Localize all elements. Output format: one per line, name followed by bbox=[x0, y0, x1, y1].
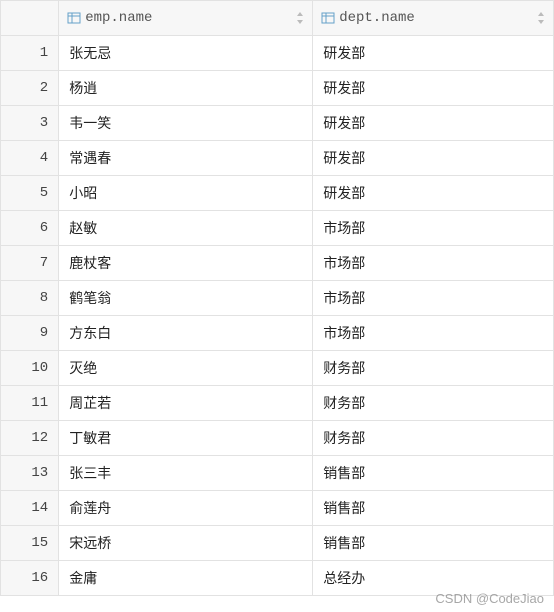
row-number: 4 bbox=[1, 141, 59, 176]
table-body: 1张无忌研发部 2杨逍研发部 3韦一笑研发部 4常遇春研发部 5小昭研发部 6赵… bbox=[1, 36, 554, 596]
row-number: 15 bbox=[1, 526, 59, 561]
cell-emp[interactable]: 丁敏君 bbox=[59, 421, 313, 456]
cell-dept[interactable]: 研发部 bbox=[313, 36, 554, 71]
column-label-dept: dept.name bbox=[339, 10, 415, 26]
cell-dept[interactable]: 财务部 bbox=[313, 386, 554, 421]
table-row[interactable]: 7鹿杖客市场部 bbox=[1, 246, 554, 281]
table-row[interactable]: 2杨逍研发部 bbox=[1, 71, 554, 106]
sort-icon[interactable] bbox=[296, 11, 306, 25]
cell-emp[interactable]: 小昭 bbox=[59, 176, 313, 211]
cell-dept[interactable]: 销售部 bbox=[313, 456, 554, 491]
cell-emp[interactable]: 鹤笔翁 bbox=[59, 281, 313, 316]
table-row[interactable]: 5小昭研发部 bbox=[1, 176, 554, 211]
cell-dept[interactable]: 研发部 bbox=[313, 176, 554, 211]
cell-dept[interactable]: 市场部 bbox=[313, 211, 554, 246]
table-row[interactable]: 15宋远桥销售部 bbox=[1, 526, 554, 561]
row-number: 16 bbox=[1, 561, 59, 596]
column-label-emp: emp.name bbox=[85, 10, 152, 26]
column-icon bbox=[321, 11, 335, 25]
table-row[interactable]: 16金庸总经办 bbox=[1, 561, 554, 596]
table-row[interactable]: 8鹤笔翁市场部 bbox=[1, 281, 554, 316]
table-row[interactable]: 1张无忌研发部 bbox=[1, 36, 554, 71]
cell-dept[interactable]: 研发部 bbox=[313, 141, 554, 176]
row-number: 5 bbox=[1, 176, 59, 211]
header-row: emp.name bbox=[1, 1, 554, 36]
cell-dept[interactable]: 销售部 bbox=[313, 491, 554, 526]
table-row[interactable]: 10灭绝财务部 bbox=[1, 351, 554, 386]
cell-emp[interactable]: 宋远桥 bbox=[59, 526, 313, 561]
cell-dept[interactable]: 财务部 bbox=[313, 421, 554, 456]
column-header-dept[interactable]: dept.name bbox=[313, 1, 554, 36]
cell-dept[interactable]: 销售部 bbox=[313, 526, 554, 561]
cell-dept[interactable]: 财务部 bbox=[313, 351, 554, 386]
row-number: 3 bbox=[1, 106, 59, 141]
cell-emp[interactable]: 灭绝 bbox=[59, 351, 313, 386]
cell-emp[interactable]: 周芷若 bbox=[59, 386, 313, 421]
table-row[interactable]: 4常遇春研发部 bbox=[1, 141, 554, 176]
row-number: 9 bbox=[1, 316, 59, 351]
table-row[interactable]: 9方东白市场部 bbox=[1, 316, 554, 351]
table-row[interactable]: 3韦一笑研发部 bbox=[1, 106, 554, 141]
row-number: 6 bbox=[1, 211, 59, 246]
cell-dept[interactable]: 市场部 bbox=[313, 246, 554, 281]
row-number: 10 bbox=[1, 351, 59, 386]
cell-dept[interactable]: 市场部 bbox=[313, 281, 554, 316]
cell-emp[interactable]: 韦一笑 bbox=[59, 106, 313, 141]
cell-dept[interactable]: 研发部 bbox=[313, 106, 554, 141]
cell-emp[interactable]: 金庸 bbox=[59, 561, 313, 596]
row-number: 13 bbox=[1, 456, 59, 491]
sort-icon[interactable] bbox=[537, 11, 547, 25]
result-table: emp.name bbox=[0, 0, 554, 596]
cell-emp[interactable]: 常遇春 bbox=[59, 141, 313, 176]
table-row[interactable]: 11周芷若财务部 bbox=[1, 386, 554, 421]
row-number: 14 bbox=[1, 491, 59, 526]
column-header-emp[interactable]: emp.name bbox=[59, 1, 313, 36]
row-number: 2 bbox=[1, 71, 59, 106]
row-number: 7 bbox=[1, 246, 59, 281]
cell-emp[interactable]: 俞莲舟 bbox=[59, 491, 313, 526]
corner-cell bbox=[1, 1, 59, 36]
row-number: 8 bbox=[1, 281, 59, 316]
cell-dept[interactable]: 总经办 bbox=[313, 561, 554, 596]
column-icon bbox=[67, 11, 81, 25]
cell-dept[interactable]: 研发部 bbox=[313, 71, 554, 106]
cell-emp[interactable]: 方东白 bbox=[59, 316, 313, 351]
row-number: 11 bbox=[1, 386, 59, 421]
cell-emp[interactable]: 张无忌 bbox=[59, 36, 313, 71]
table-row[interactable]: 14俞莲舟销售部 bbox=[1, 491, 554, 526]
cell-emp[interactable]: 赵敏 bbox=[59, 211, 313, 246]
row-number: 12 bbox=[1, 421, 59, 456]
table-row[interactable]: 12丁敏君财务部 bbox=[1, 421, 554, 456]
cell-dept[interactable]: 市场部 bbox=[313, 316, 554, 351]
row-number: 1 bbox=[1, 36, 59, 71]
cell-emp[interactable]: 张三丰 bbox=[59, 456, 313, 491]
cell-emp[interactable]: 鹿杖客 bbox=[59, 246, 313, 281]
table-row[interactable]: 13张三丰销售部 bbox=[1, 456, 554, 491]
cell-emp[interactable]: 杨逍 bbox=[59, 71, 313, 106]
table-row[interactable]: 6赵敏市场部 bbox=[1, 211, 554, 246]
